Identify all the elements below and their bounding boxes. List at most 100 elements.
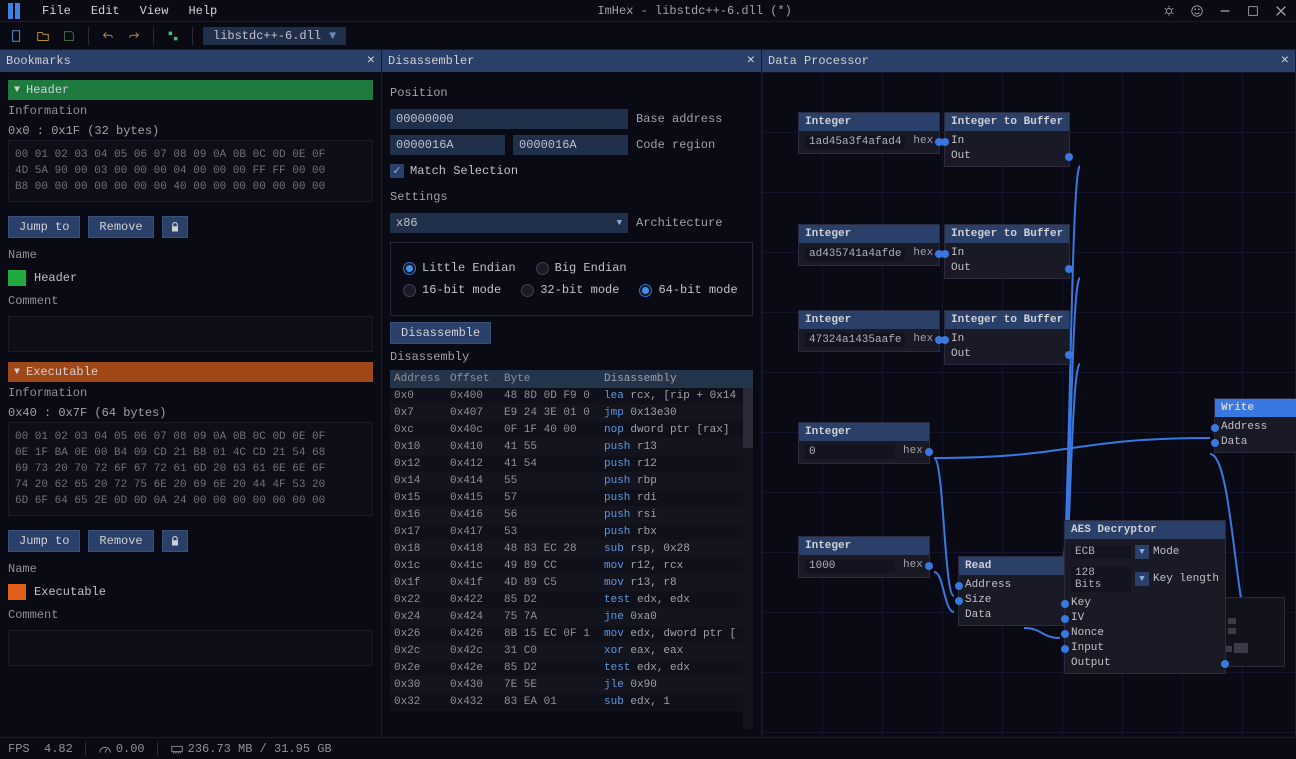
comment-label: Comment bbox=[8, 290, 373, 312]
integer-node[interactable]: Integer1000hex bbox=[798, 536, 930, 578]
lock-icon[interactable] bbox=[162, 216, 188, 238]
jump-to-button[interactable]: Jump to bbox=[8, 530, 80, 552]
comment-label: Comment bbox=[8, 604, 373, 626]
disassemble-button[interactable]: Disassemble bbox=[390, 322, 491, 344]
hex-dump: 00 01 02 03 04 05 06 07 08 09 0A 0B 0C 0… bbox=[8, 140, 373, 202]
disassembly-row[interactable]: 0x140x41455push rbp bbox=[390, 473, 743, 490]
disassembly-row[interactable]: 0x220x42285 D2test edx, edx bbox=[390, 592, 743, 609]
disassembly-row[interactable]: 0x70x407E9 24 3E 01 0jmp 0x13e30 bbox=[390, 405, 743, 422]
chevron-down-icon[interactable]: ▼ bbox=[329, 29, 336, 43]
integer-to-buffer-node[interactable]: Integer to BufferInOut bbox=[944, 224, 1070, 279]
comment-input[interactable] bbox=[8, 316, 373, 352]
disassembly-row[interactable]: 0x2c0x42c31 C0xor eax, eax bbox=[390, 643, 743, 660]
16bit-mode-radio[interactable]: 16-bit mode bbox=[403, 283, 501, 297]
32bit-mode-radio[interactable]: 32-bit mode bbox=[521, 283, 619, 297]
disassembly-row[interactable]: 0xc0x40c0F 1F 40 00nop dword ptr [rax] bbox=[390, 422, 743, 439]
hex-dump: 00 01 02 03 04 05 06 07 08 09 0A 0B 0C 0… bbox=[8, 422, 373, 516]
minimize-icon[interactable] bbox=[1218, 4, 1232, 18]
architecture-label: Architecture bbox=[636, 216, 722, 230]
menu-help[interactable]: Help bbox=[178, 2, 227, 20]
disassembly-row[interactable]: 0x320x43283 EA 01sub edx, 1 bbox=[390, 694, 743, 711]
range-label: 0x40 : 0x7F (64 bytes) bbox=[8, 404, 373, 422]
pattern-icon[interactable] bbox=[164, 27, 182, 45]
disassembly-row[interactable]: 0x1f0x41f4D 89 C5mov r13, r8 bbox=[390, 575, 743, 592]
statusbar: FPS 4.82 0.00 236.73 MB / 31.95 GB bbox=[0, 737, 1296, 759]
disassembly-table[interactable]: 0x00x40048 8D 0D F9 0lea rcx, [rip + 0x1… bbox=[390, 388, 743, 729]
redo-icon[interactable] bbox=[125, 27, 143, 45]
save-icon[interactable] bbox=[60, 27, 78, 45]
menu-file[interactable]: File bbox=[32, 2, 81, 20]
disassembly-row[interactable]: 0x2e0x42e85 D2test edx, edx bbox=[390, 660, 743, 677]
file-tab[interactable]: libstdc++-6.dll ▼ bbox=[203, 27, 346, 45]
bookmark-header[interactable]: ▼Executable bbox=[8, 362, 373, 382]
bookmark-name-value: Header bbox=[34, 271, 77, 285]
code-region-start-input[interactable] bbox=[390, 135, 505, 155]
disassembly-row[interactable]: 0x160x41656push rsi bbox=[390, 507, 743, 524]
disassembly-row[interactable]: 0x180x41848 83 EC 28sub rsp, 0x28 bbox=[390, 541, 743, 558]
position-label: Position bbox=[390, 86, 753, 100]
menubar: File Edit View Help ImHex - libstdc++-6.… bbox=[0, 0, 1296, 22]
code-region-end-input[interactable] bbox=[513, 135, 628, 155]
disassembly-row[interactable]: 0x100x41041 55push r13 bbox=[390, 439, 743, 456]
menu-edit[interactable]: Edit bbox=[81, 2, 130, 20]
big-endian-radio[interactable]: Big Endian bbox=[536, 261, 627, 275]
data-processor-close-icon[interactable]: × bbox=[1281, 53, 1289, 69]
data-processor-panel-title: Data Processor bbox=[768, 54, 1275, 68]
toolbar: libstdc++-6.dll ▼ bbox=[0, 22, 1296, 50]
color-swatch[interactable] bbox=[8, 270, 26, 286]
aes-decryptor-node[interactable]: AES Decryptor ECB▼Mode 128 Bits▼Key leng… bbox=[1064, 520, 1226, 674]
architecture-select[interactable]: x86 ▼ bbox=[390, 213, 628, 233]
disassembly-row[interactable]: 0x170x41753push rbx bbox=[390, 524, 743, 541]
base-address-input[interactable] bbox=[390, 109, 628, 129]
match-selection-label: Match Selection bbox=[410, 164, 518, 178]
settings-label: Settings bbox=[390, 190, 753, 204]
chevron-down-icon: ▼ bbox=[617, 218, 622, 228]
bookmark-header[interactable]: ▼Header bbox=[8, 80, 373, 100]
color-swatch[interactable] bbox=[8, 584, 26, 600]
remove-button[interactable]: Remove bbox=[88, 216, 153, 238]
bookmarks-panel: Bookmarks × ▼HeaderInformation0x0 : 0x1F… bbox=[0, 50, 382, 737]
lock-icon[interactable] bbox=[162, 530, 188, 552]
disassembler-close-icon[interactable]: × bbox=[747, 53, 755, 69]
jump-to-button[interactable]: Jump to bbox=[8, 216, 80, 238]
bookmarks-close-icon[interactable]: × bbox=[367, 53, 375, 69]
disassembly-row[interactable]: 0x150x41557push rdi bbox=[390, 490, 743, 507]
integer-to-buffer-node[interactable]: Integer to BufferInOut bbox=[944, 112, 1070, 167]
read-node[interactable]: ReadAddressSizeData bbox=[958, 556, 1078, 626]
disassembly-row[interactable]: 0x240x42475 7Ajne 0xa0 bbox=[390, 609, 743, 626]
bug-icon[interactable] bbox=[1162, 4, 1176, 18]
64bit-mode-radio[interactable]: 64-bit mode bbox=[639, 283, 737, 297]
name-label: Name bbox=[8, 558, 373, 580]
undo-icon[interactable] bbox=[99, 27, 117, 45]
disassembly-row[interactable]: 0x300x4307E 5Ejle 0x90 bbox=[390, 677, 743, 694]
maximize-icon[interactable] bbox=[1246, 4, 1260, 18]
new-file-icon[interactable] bbox=[8, 27, 26, 45]
cpu-status: 0.00 bbox=[98, 742, 145, 756]
node-graph[interactable]: Integer1ad45a3f4afad4hex Integerad435741a… bbox=[762, 72, 1295, 737]
memory-status: 236.73 MB / 31.95 GB bbox=[170, 742, 332, 756]
integer-node[interactable]: Integer0hex bbox=[798, 422, 930, 464]
little-endian-radio[interactable]: Little Endian bbox=[403, 261, 516, 275]
integer-node[interactable]: Integer47324a1435aafehex bbox=[798, 310, 940, 352]
integer-node[interactable]: Integer1ad45a3f4afad4hex bbox=[798, 112, 940, 154]
disassembly-row[interactable]: 0x120x41241 54push r12 bbox=[390, 456, 743, 473]
disassembly-row[interactable]: 0x1c0x41c49 89 CCmov r12, rcx bbox=[390, 558, 743, 575]
integer-node[interactable]: Integerad435741a4afdehex bbox=[798, 224, 940, 266]
bookmarks-panel-title: Bookmarks bbox=[6, 54, 361, 68]
menu-view[interactable]: View bbox=[130, 2, 179, 20]
close-icon[interactable] bbox=[1274, 4, 1288, 18]
write-node[interactable]: WriteAddressData bbox=[1214, 398, 1296, 453]
fps-label: FPS 4.82 bbox=[8, 742, 73, 756]
comment-input[interactable] bbox=[8, 630, 373, 666]
integer-to-buffer-node[interactable]: Integer to BufferInOut bbox=[944, 310, 1070, 365]
chevron-down-icon: ▼ bbox=[14, 367, 20, 378]
match-selection-checkbox[interactable]: ✓ bbox=[390, 164, 404, 178]
disassembly-row[interactable]: 0x260x4268B 15 EC 0F 1mov edx, dword ptr… bbox=[390, 626, 743, 643]
code-region-label: Code region bbox=[636, 138, 715, 152]
smiley-icon[interactable] bbox=[1190, 4, 1204, 18]
remove-button[interactable]: Remove bbox=[88, 530, 153, 552]
disassembly-table-header: Address Offset Byte Disassembly bbox=[390, 370, 753, 388]
scrollbar[interactable] bbox=[743, 388, 753, 729]
disassembly-row[interactable]: 0x00x40048 8D 0D F9 0lea rcx, [rip + 0x1… bbox=[390, 388, 743, 405]
open-file-icon[interactable] bbox=[34, 27, 52, 45]
